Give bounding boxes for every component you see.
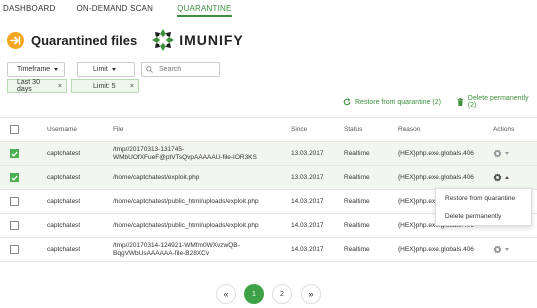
cell-since: 14.03.2017 (291, 189, 344, 214)
search-input[interactable] (159, 66, 213, 73)
timeframe-dropdown[interactable]: Timeframe (7, 62, 65, 77)
imunify-logo: IMUNIFY (151, 28, 244, 52)
cell-username: captchatest (47, 189, 113, 214)
cell-status: Realtime (344, 213, 398, 238)
cell-since: 14.03.2017 (291, 237, 344, 262)
row-actions-button[interactable] (493, 173, 537, 182)
cell-username: captchatest (47, 213, 113, 238)
file-line: WMbUOfXFueF@ptVTsQvpAAAAAU-file-IOR3KS (113, 153, 257, 161)
restore-icon (343, 98, 351, 106)
top-navigation: DASHBOARD ON-DEMAND SCAN QUARANTINE (0, 0, 537, 17)
restore-label: Restore from quarantine (2) (355, 98, 441, 106)
cell-file: /tmp//20170313-131745- WMbUOfXFueF@ptVTsQ… (113, 141, 291, 166)
select-all-checkbox[interactable] (10, 125, 19, 134)
file-line: /home/captchatest/public_html/uploads/ex… (113, 197, 259, 205)
menu-item-restore[interactable]: Restore from quarantine (436, 189, 531, 207)
delete-label: Delete permanently (2) (467, 95, 529, 109)
imunify-logo-icon (152, 29, 175, 51)
col-reason: Reason (398, 117, 493, 142)
chip-label: Last 30 days (17, 79, 40, 93)
remove-chip-button[interactable]: × (130, 83, 134, 90)
cell-since: 13.03.2017 (291, 165, 344, 190)
col-file: File (113, 117, 291, 142)
cell-since: 13.03.2017 (291, 141, 344, 166)
cell-file: /home/captchatest/public_html/uploads/ex… (113, 189, 291, 214)
cell-username: captchatest (47, 141, 113, 166)
logo-text: IMUNIFY (179, 32, 244, 48)
col-status: Status (344, 117, 398, 142)
chevron-down-icon (54, 68, 59, 71)
page-header: Quarantined files IMUNIFY (7, 26, 244, 54)
cell-file: /home/captchatest/public_html/uploads/ex… (113, 213, 291, 238)
page-1-button[interactable]: 1 (244, 284, 264, 304)
table-row: captchatest /tmp//20170313-131745- WMbUOf… (0, 141, 537, 166)
quarantine-arrow-icon (7, 31, 24, 49)
row-checkbox[interactable] (10, 245, 19, 254)
cell-reason: {HEX}php.exe.globals.406 (398, 141, 493, 166)
chevron-down-icon (505, 152, 509, 155)
file-line: BqgVWbUsAAAAAA-file-B28XCv (113, 249, 210, 257)
tab-on-demand-scan[interactable]: ON-DEMAND SCAN (76, 0, 153, 17)
row-checkbox[interactable] (10, 173, 19, 182)
col-username: Username (47, 117, 113, 142)
limit-label: Limit (93, 66, 108, 73)
page-title: Quarantined files (31, 32, 138, 48)
gear-icon (493, 245, 502, 254)
cell-status: Realtime (344, 141, 398, 166)
cell-username: captchatest (47, 165, 113, 190)
cell-status: Realtime (344, 189, 398, 214)
table-header-row: Username File Since Status Reason Action… (0, 117, 537, 142)
search-icon (146, 66, 153, 73)
cell-status: Realtime (344, 165, 398, 190)
cell-reason: {HEX}php.exe.globals.406 (398, 237, 493, 262)
filter-chip-timeframe: Last 30 days × (7, 79, 67, 93)
file-line: /home/captchatest/public_html/uploads/ex… (113, 221, 259, 229)
cell-status: Realtime (344, 237, 398, 262)
search-box (141, 62, 220, 77)
cell-file: /home/captchatest/exploit.php (113, 165, 291, 190)
chevron-down-icon (505, 248, 509, 251)
row-checkbox[interactable] (10, 197, 19, 206)
row-actions-button[interactable] (493, 245, 537, 254)
chevron-down-icon (111, 68, 116, 71)
file-line: /tmp//20170314-124921-WMfm0WXvzwQB- (113, 241, 240, 249)
row-checkbox[interactable] (10, 221, 19, 230)
row-actions-menu: Restore from quarantine Delete permanent… (435, 188, 532, 226)
file-line: /home/captchatest/exploit.php (113, 173, 200, 181)
page-2-button[interactable]: 2 (272, 284, 292, 304)
table-row: captchatest /tmp//20170314-124921-WMfm0W… (0, 237, 537, 262)
tab-dashboard[interactable]: DASHBOARD (3, 0, 55, 17)
trash-icon (457, 98, 464, 106)
chevron-up-icon (505, 176, 509, 179)
remove-chip-button[interactable]: × (58, 83, 62, 90)
gear-icon (493, 149, 502, 158)
cell-file: /tmp//20170314-124921-WMfm0WXvzwQB- BqgVW… (113, 237, 291, 262)
next-page-button[interactable]: » (301, 284, 321, 304)
cell-reason: {HEX}php.exe.globals.406 (398, 165, 493, 190)
prev-page-button[interactable]: « (216, 284, 236, 304)
chip-label: Limit: 5 (93, 82, 116, 90)
filter-chip-limit: Limit: 5 × (71, 79, 139, 93)
menu-item-delete[interactable]: Delete permanently (436, 207, 531, 225)
file-line: /tmp//20170313-131745- (113, 145, 185, 153)
col-since: Since (291, 117, 344, 142)
row-checkbox[interactable] (10, 149, 19, 158)
gear-icon (493, 173, 502, 182)
timeframe-label: Timeframe (17, 66, 51, 73)
limit-dropdown[interactable]: Limit (77, 62, 135, 77)
table-row: captchatest /home/captchatest/exploit.ph… (0, 165, 537, 190)
cell-username: captchatest (47, 237, 113, 262)
cell-since: 14.03.2017 (291, 213, 344, 238)
delete-permanently-button[interactable]: Delete permanently (2) (457, 95, 537, 109)
tab-quarantine[interactable]: QUARANTINE (177, 0, 232, 17)
row-actions-button[interactable] (493, 149, 537, 158)
restore-from-quarantine-button[interactable]: Restore from quarantine (2) (343, 96, 441, 108)
col-actions: Actions (493, 117, 537, 142)
